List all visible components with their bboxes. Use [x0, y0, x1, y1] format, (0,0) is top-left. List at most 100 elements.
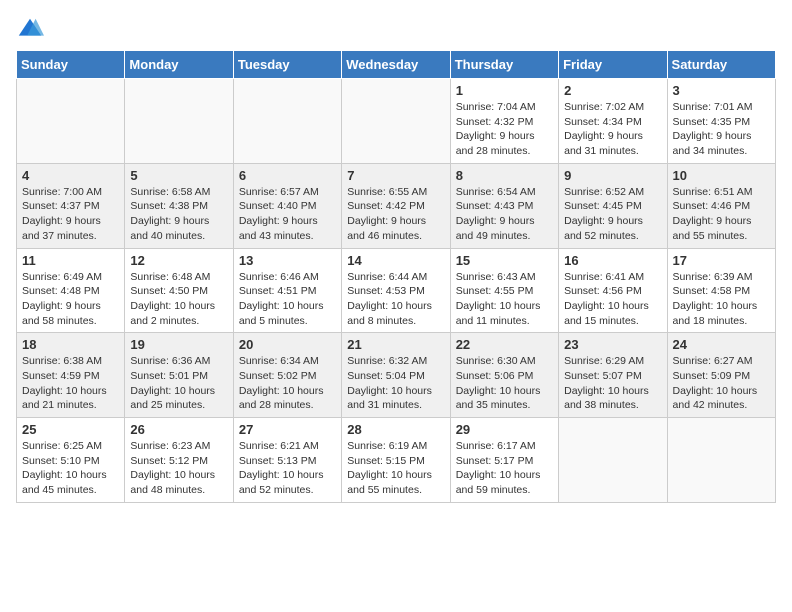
calendar-cell: 1 Sunrise: 7:04 AM Sunset: 4:32 PM Daylig…: [450, 79, 558, 164]
calendar-cell: 22Sunrise: 6:30 AM Sunset: 5:06 PM Dayli…: [450, 333, 558, 418]
day-info: Sunrise: 6:39 AM Sunset: 4:58 PM Dayligh…: [673, 270, 770, 329]
day-number: 24: [673, 337, 770, 352]
day-info: Sunrise: 6:21 AM Sunset: 5:13 PM Dayligh…: [239, 439, 336, 498]
calendar-table: SundayMondayTuesdayWednesdayThursdayFrid…: [16, 50, 776, 503]
day-number: 17: [673, 253, 770, 268]
day-info: Sunrise: 6:54 AM Sunset: 4:43 PM Dayligh…: [456, 185, 553, 244]
calendar-cell: 21 Sunrise: 6:32 AM Sunset: 5:04 PM Dayli…: [342, 333, 450, 418]
day-info: Sunrise: 7:04 AM Sunset: 4:32 PM Dayligh…: [456, 100, 553, 159]
calendar-week-5: 25 Sunrise: 6:25 AM Sunset: 5:10 PM Dayli…: [17, 418, 776, 503]
day-number: 15: [456, 253, 553, 268]
calendar-week-1: 1 Sunrise: 7:04 AM Sunset: 4:32 PM Daylig…: [17, 79, 776, 164]
day-number: 12: [130, 253, 227, 268]
day-info: Sunrise: 6:25 AM Sunset: 5:10 PM Dayligh…: [22, 439, 119, 498]
day-info: Sunrise: 6:52 AM Sunset: 4:45 PM Dayligh…: [564, 185, 661, 244]
calendar-cell: 29 Sunrise: 6:17 AM Sunset: 5:17 PM Dayli…: [450, 418, 558, 503]
calendar-cell: 19 Sunrise: 6:36 AM Sunset: 5:01 PM Dayli…: [125, 333, 233, 418]
day-info: Sunrise: 6:19 AM Sunset: 5:15 PM Dayligh…: [347, 439, 444, 498]
day-number: 3: [673, 83, 770, 98]
day-info: Sunrise: 6:38 AM Sunset: 4:59 PM Dayligh…: [22, 354, 119, 413]
day-info: Sunrise: 7:02 AM Sunset: 4:34 PM Dayligh…: [564, 100, 661, 159]
header-saturday: Saturday: [667, 51, 775, 79]
day-number: 28: [347, 422, 444, 437]
day-number: 21: [347, 337, 444, 352]
calendar-cell: 15 Sunrise: 6:43 AM Sunset: 4:55 PM Dayli…: [450, 248, 558, 333]
day-number: 5: [130, 168, 227, 183]
day-info: Sunrise: 6:43 AM Sunset: 4:55 PM Dayligh…: [456, 270, 553, 329]
calendar-cell: 26 Sunrise: 6:23 AM Sunset: 5:12 PM Dayli…: [125, 418, 233, 503]
day-number: 29: [456, 422, 553, 437]
day-number: 9: [564, 168, 661, 183]
calendar-cell: 14 Sunrise: 6:44 AM Sunset: 4:53 PM Dayli…: [342, 248, 450, 333]
calendar-cell: 10 Sunrise: 6:51 AM Sunset: 4:46 PM Dayli…: [667, 163, 775, 248]
day-number: 19: [130, 337, 227, 352]
calendar-cell: 27 Sunrise: 6:21 AM Sunset: 5:13 PM Dayli…: [233, 418, 341, 503]
calendar-week-3: 11 Sunrise: 6:49 AM Sunset: 4:48 PM Dayli…: [17, 248, 776, 333]
calendar-header-row: SundayMondayTuesdayWednesdayThursdayFrid…: [17, 51, 776, 79]
day-number: 6: [239, 168, 336, 183]
calendar-cell: [17, 79, 125, 164]
calendar-cell: 24 Sunrise: 6:27 AM Sunset: 5:09 PM Dayli…: [667, 333, 775, 418]
calendar-week-4: 18 Sunrise: 6:38 AM Sunset: 4:59 PM Dayli…: [17, 333, 776, 418]
calendar-cell: [125, 79, 233, 164]
header: [16, 16, 776, 44]
day-number: 8: [456, 168, 553, 183]
day-info: Sunrise: 7:01 AM Sunset: 4:35 PM Dayligh…: [673, 100, 770, 159]
day-number: 26: [130, 422, 227, 437]
calendar-cell: 5 Sunrise: 6:58 AM Sunset: 4:38 PM Daylig…: [125, 163, 233, 248]
day-info: Sunrise: 6:57 AM Sunset: 4:40 PM Dayligh…: [239, 185, 336, 244]
calendar-cell: 11 Sunrise: 6:49 AM Sunset: 4:48 PM Dayli…: [17, 248, 125, 333]
calendar-cell: 28 Sunrise: 6:19 AM Sunset: 5:15 PM Dayli…: [342, 418, 450, 503]
header-monday: Monday: [125, 51, 233, 79]
day-number: 11: [22, 253, 119, 268]
day-number: 10: [673, 168, 770, 183]
day-info: Sunrise: 6:49 AM Sunset: 4:48 PM Dayligh…: [22, 270, 119, 329]
calendar-cell: 9 Sunrise: 6:52 AM Sunset: 4:45 PM Daylig…: [559, 163, 667, 248]
day-number: 13: [239, 253, 336, 268]
day-number: 1: [456, 83, 553, 98]
calendar-cell: 13 Sunrise: 6:46 AM Sunset: 4:51 PM Dayli…: [233, 248, 341, 333]
calendar-cell: [559, 418, 667, 503]
day-number: 7: [347, 168, 444, 183]
logo-icon: [16, 16, 44, 44]
calendar-cell: [233, 79, 341, 164]
day-info: Sunrise: 6:17 AM Sunset: 5:17 PM Dayligh…: [456, 439, 553, 498]
day-info: Sunrise: 6:32 AM Sunset: 5:04 PM Dayligh…: [347, 354, 444, 413]
day-info: Sunrise: 6:58 AM Sunset: 4:38 PM Dayligh…: [130, 185, 227, 244]
calendar-cell: 17 Sunrise: 6:39 AM Sunset: 4:58 PM Dayli…: [667, 248, 775, 333]
calendar-cell: 8 Sunrise: 6:54 AM Sunset: 4:43 PM Daylig…: [450, 163, 558, 248]
header-friday: Friday: [559, 51, 667, 79]
day-number: 16: [564, 253, 661, 268]
calendar-cell: 23 Sunrise: 6:29 AM Sunset: 5:07 PM Dayli…: [559, 333, 667, 418]
day-info: Sunrise: 6:23 AM Sunset: 5:12 PM Dayligh…: [130, 439, 227, 498]
day-number: 25: [22, 422, 119, 437]
day-info: Sunrise: 6:36 AM Sunset: 5:01 PM Dayligh…: [130, 354, 227, 413]
calendar-week-2: 4Sunrise: 7:00 AM Sunset: 4:37 PM Daylig…: [17, 163, 776, 248]
logo: [16, 16, 48, 44]
day-info: Sunrise: 6:51 AM Sunset: 4:46 PM Dayligh…: [673, 185, 770, 244]
calendar-cell: 16 Sunrise: 6:41 AM Sunset: 4:56 PM Dayli…: [559, 248, 667, 333]
calendar-cell: 7Sunrise: 6:55 AM Sunset: 4:42 PM Daylig…: [342, 163, 450, 248]
day-info: Sunrise: 6:27 AM Sunset: 5:09 PM Dayligh…: [673, 354, 770, 413]
calendar-cell: 4Sunrise: 7:00 AM Sunset: 4:37 PM Daylig…: [17, 163, 125, 248]
calendar-cell: 18 Sunrise: 6:38 AM Sunset: 4:59 PM Dayli…: [17, 333, 125, 418]
header-tuesday: Tuesday: [233, 51, 341, 79]
day-info: Sunrise: 6:41 AM Sunset: 4:56 PM Dayligh…: [564, 270, 661, 329]
header-thursday: Thursday: [450, 51, 558, 79]
calendar-cell: [667, 418, 775, 503]
header-wednesday: Wednesday: [342, 51, 450, 79]
day-number: 14: [347, 253, 444, 268]
day-number: 20: [239, 337, 336, 352]
day-number: 27: [239, 422, 336, 437]
day-info: Sunrise: 6:34 AM Sunset: 5:02 PM Dayligh…: [239, 354, 336, 413]
calendar-cell: 6 Sunrise: 6:57 AM Sunset: 4:40 PM Daylig…: [233, 163, 341, 248]
day-info: Sunrise: 6:29 AM Sunset: 5:07 PM Dayligh…: [564, 354, 661, 413]
day-info: Sunrise: 6:44 AM Sunset: 4:53 PM Dayligh…: [347, 270, 444, 329]
day-info: Sunrise: 6:30 AM Sunset: 5:06 PM Dayligh…: [456, 354, 553, 413]
day-number: 18: [22, 337, 119, 352]
calendar-cell: 3 Sunrise: 7:01 AM Sunset: 4:35 PM Daylig…: [667, 79, 775, 164]
day-info: Sunrise: 6:46 AM Sunset: 4:51 PM Dayligh…: [239, 270, 336, 329]
day-number: 2: [564, 83, 661, 98]
day-number: 4: [22, 168, 119, 183]
day-number: 23: [564, 337, 661, 352]
